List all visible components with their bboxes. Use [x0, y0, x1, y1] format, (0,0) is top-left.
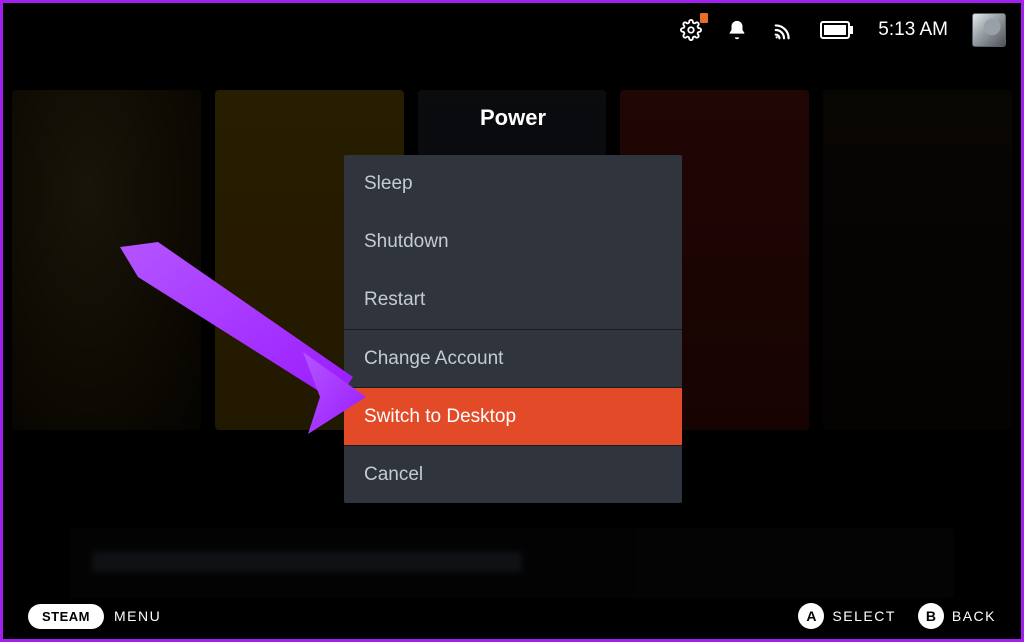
- power-menu: Sleep Shutdown Restart Change Account Sw…: [344, 155, 682, 503]
- hint-select-label: SELECT: [832, 608, 895, 624]
- hint-back-label: BACK: [952, 608, 996, 624]
- avatar[interactable]: [972, 13, 1006, 47]
- steam-button[interactable]: STEAM: [28, 604, 104, 629]
- power-dialog: Power Sleep Shutdown Restart Change Acco…: [344, 105, 682, 503]
- menu-item-switch-to-desktop[interactable]: Switch to Desktop: [344, 387, 682, 445]
- menu-item-restart[interactable]: Restart: [344, 271, 682, 329]
- dialog-title: Power: [344, 105, 682, 131]
- settings-icon[interactable]: [680, 19, 702, 41]
- status-bar: 5:13 AM: [680, 14, 1006, 46]
- bell-icon[interactable]: [726, 19, 748, 41]
- menu-item-cancel[interactable]: Cancel: [344, 445, 682, 503]
- hint-back: B BACK: [918, 603, 996, 629]
- hint-select: A SELECT: [798, 603, 895, 629]
- menu-item-change-account[interactable]: Change Account: [344, 329, 682, 387]
- battery-icon: [820, 20, 854, 40]
- footer: STEAM MENU A SELECT B BACK: [0, 590, 1024, 642]
- menu-item-sleep[interactable]: Sleep: [344, 155, 682, 213]
- cast-icon[interactable]: [772, 19, 796, 41]
- clock: 5:13 AM: [878, 19, 948, 41]
- b-button-icon: B: [918, 603, 944, 629]
- a-button-icon: A: [798, 603, 824, 629]
- menu-item-shutdown[interactable]: Shutdown: [344, 213, 682, 271]
- menu-button[interactable]: MENU: [114, 608, 161, 624]
- background-caption: [70, 528, 954, 598]
